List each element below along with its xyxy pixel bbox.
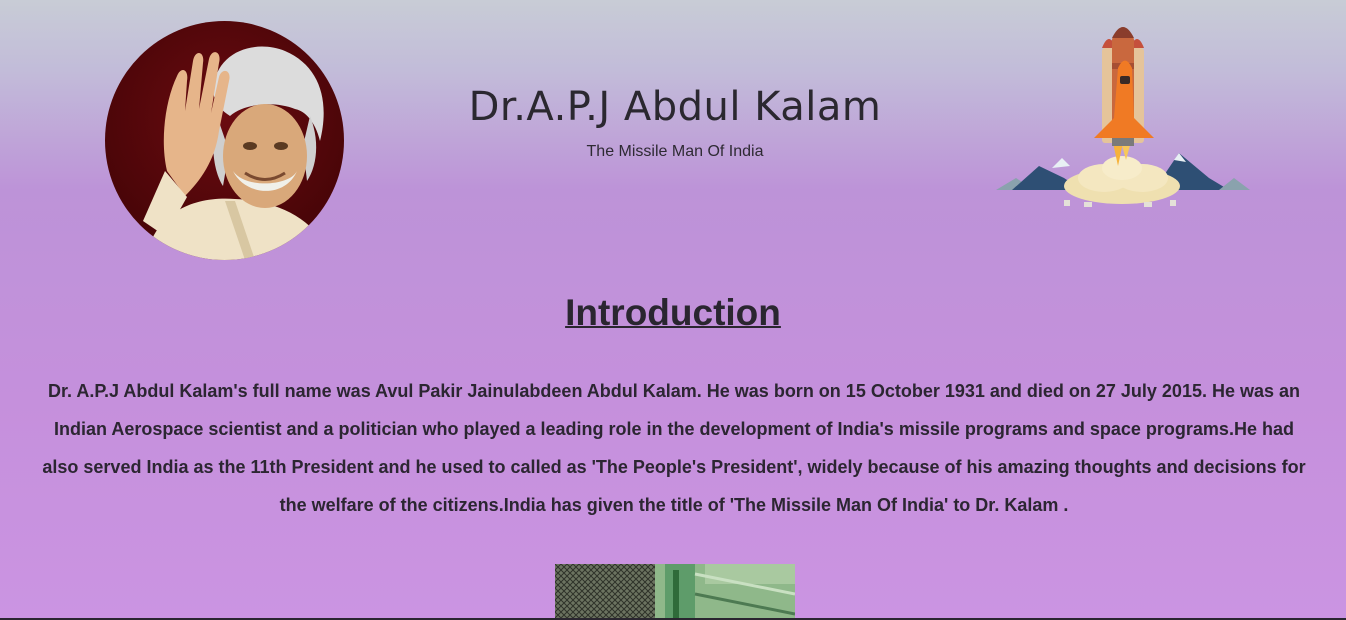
introduction-paragraph: Dr. A.P.J Abdul Kalam's full name was Av… [42,381,1306,515]
rocket-illustration [994,18,1252,210]
introduction-heading: Introduction [565,292,781,333]
rocket-icon [996,27,1250,207]
page-subtitle: The Missile Man Of India [586,143,764,160]
photo-icon [555,564,795,620]
kalam-portrait-image [105,21,344,260]
page-title: Dr.A.P.J Abdul Kalam [468,84,882,130]
portrait-icon [143,46,330,260]
kalam-photo-image [555,564,795,620]
